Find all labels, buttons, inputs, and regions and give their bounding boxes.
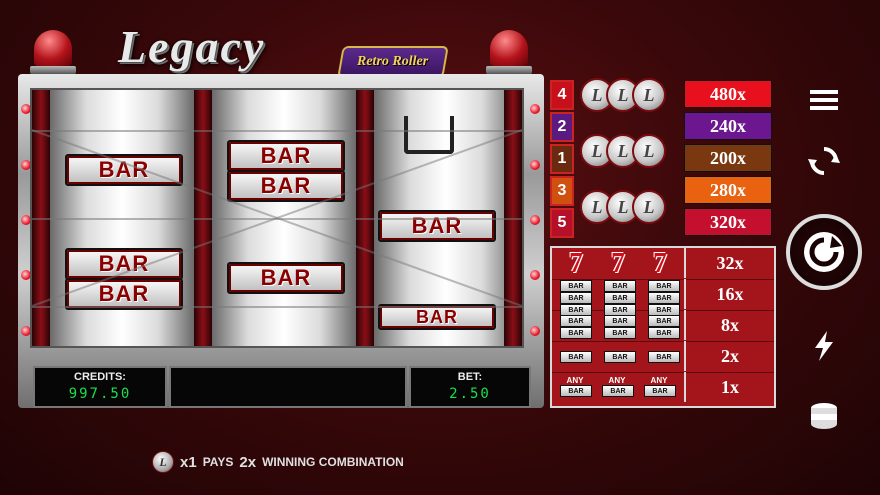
frame-bulb [530, 270, 540, 280]
single-bar-icon: BAR [560, 351, 592, 363]
frame-bulb [530, 104, 540, 114]
bet-label: BET: [457, 371, 483, 383]
bet-panel: BET: 2.50 [409, 366, 531, 408]
paytable-row: BAR BAR BAR BAR BAR BAR BAR BAR BAR 16x [552, 279, 774, 316]
double-bar-icon: BAR BAR [648, 315, 680, 339]
single-bar-icon: BAR [648, 351, 680, 363]
seven-symbol-icon: 7 [569, 248, 583, 279]
credits-label: CREDITS: [74, 371, 126, 383]
payline-diagonals [32, 129, 522, 307]
menu-icon[interactable] [806, 82, 842, 118]
paytable-multiplier: 1x [684, 372, 774, 402]
paytable-multiplier: 8x [684, 310, 774, 340]
paytable-multiplier: 32x [684, 248, 774, 278]
right-siren-icon [486, 30, 532, 74]
line-number-badge: 5 [550, 208, 574, 238]
line-number-badge: 4 [550, 80, 574, 110]
spin-icon [804, 232, 844, 272]
paytable-multiplier: 2x [684, 341, 774, 371]
seven-symbol-icon: 7 [611, 248, 625, 279]
paytable-row: BAR BAR BAR 2x [552, 341, 774, 373]
any-bar-combo: ANY BAR ANY BAR ANY BAR [560, 377, 676, 397]
legacy-coin-icon: L [632, 190, 666, 224]
legacy-coin-icon: L [632, 78, 666, 112]
reel-window: BAR BAR BAR BAR BAR BAR BAR BAR [30, 88, 524, 348]
line-multiplier: 280x [684, 176, 772, 204]
frame-bulb [530, 215, 540, 225]
line-multiplier: 480x [684, 80, 772, 108]
line-number-badge: 2 [550, 112, 574, 142]
legacy-coin-icon: L [152, 451, 174, 473]
footer-pays-value: 2x [239, 453, 257, 471]
coin-combo: LLL [580, 190, 680, 224]
turbo-icon[interactable] [806, 328, 842, 364]
any-bar-icon: ANY BAR [602, 377, 634, 397]
paytable-multiplier: 16x [684, 279, 774, 309]
single-bar-icon: BAR [604, 351, 636, 363]
credits-value: 997.50 [68, 386, 132, 402]
autoplay-icon[interactable] [806, 143, 842, 179]
seven-combo: 7 7 7 [558, 250, 678, 278]
frame-bulb [530, 326, 540, 336]
line-multiplier: 240x [684, 112, 772, 140]
paytable-row: ANY BAR ANY BAR ANY BAR 1x [552, 372, 774, 403]
message-panel [169, 366, 407, 408]
credits-panel: CREDITS: 997.50 [33, 366, 167, 408]
line-multiplier: 320x [684, 208, 772, 236]
legacy-coin-icon: L [632, 134, 666, 168]
paytable-row: 7 7 7 32x [552, 248, 774, 280]
line-number-badge: 1 [550, 144, 574, 174]
double-bar-icon: BAR BAR [560, 315, 592, 339]
coin-combo: LLL [580, 78, 680, 112]
line-number-badge: 3 [550, 176, 574, 206]
coins-icon[interactable] [806, 398, 842, 434]
line-multiplier: 200x [684, 144, 772, 172]
spin-button[interactable] [786, 214, 862, 290]
footer-pays: PAYS [202, 455, 234, 469]
symbol-paytable: 7 7 7 32x BAR BAR BAR BAR BAR BAR BAR BAR BAR … [550, 246, 776, 408]
seven-symbol-icon: 7 [653, 248, 667, 279]
footer-multiplier: x1 [180, 453, 197, 471]
win-info: L x1 PAYS 2x WINNING COMBINATION [152, 451, 404, 473]
any-bar-icon: ANY BAR [644, 377, 676, 397]
single-bar-combo: BAR BAR BAR [560, 351, 680, 363]
double-bar-icon: BAR BAR [604, 315, 636, 339]
any-bar-icon: ANY BAR [560, 377, 592, 397]
footer-rest: WINNING COMBINATION [262, 455, 404, 469]
coin-combo: LLL [580, 134, 680, 168]
logo-title: Legacy [118, 21, 266, 72]
bet-value: 2.50 [449, 386, 491, 402]
double-bar-combo: BAR BAR BAR BAR BAR BAR [560, 315, 680, 339]
left-siren-icon [30, 30, 76, 74]
lines-paytable: 4 LLL 480x 2 240x 1 LLL 200x 3 280x 5 LL… [550, 78, 774, 240]
paytable-row: BAR BAR BAR BAR BAR BAR 8x [552, 310, 774, 342]
frame-bulb [530, 160, 540, 170]
